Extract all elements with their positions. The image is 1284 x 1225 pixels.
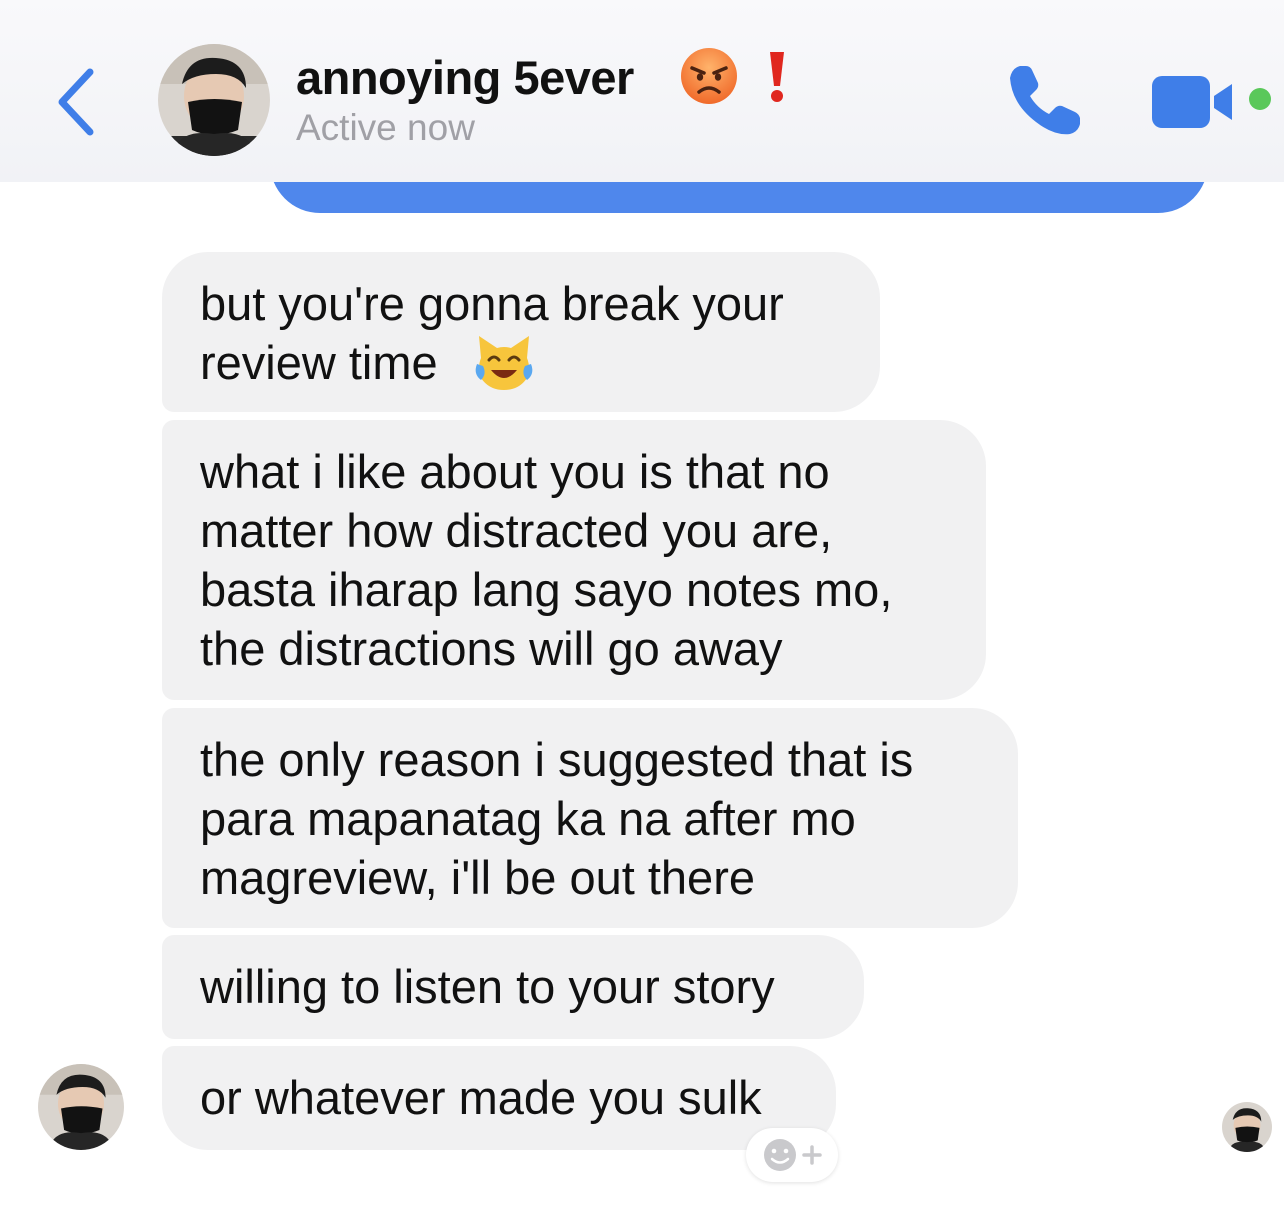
cat-tears-of-joy-emoji xyxy=(475,336,533,390)
phone-icon xyxy=(1010,66,1080,135)
message-bubble[interactable]: the only reason i suggested that is para… xyxy=(162,708,1018,928)
message-bubble[interactable]: willing to listen to your story xyxy=(162,935,864,1039)
chat-header: annoying 5ever Active now xyxy=(0,0,1284,182)
message-text: willing to listen to your story xyxy=(200,960,775,1013)
angry-face-emoji xyxy=(681,48,737,104)
contact-avatar[interactable] xyxy=(158,44,270,156)
message-text: or whatever made you sulk xyxy=(200,1071,762,1124)
message-text: the only reason i suggested that is para… xyxy=(200,733,914,904)
smiley-plus-icon xyxy=(764,1139,822,1171)
message-text: what i like about you is that no matter … xyxy=(200,445,893,675)
message-bubble[interactable]: or whatever made you sulk xyxy=(162,1046,836,1150)
video-call-button[interactable] xyxy=(1150,72,1240,132)
chevron-left-icon xyxy=(58,68,94,136)
seen-indicator-avatar xyxy=(1222,1102,1272,1152)
back-button[interactable] xyxy=(52,62,102,142)
message-bubble[interactable]: what i like about you is that no matter … xyxy=(162,420,986,700)
video-camera-icon xyxy=(1152,76,1232,128)
avatar-photo xyxy=(38,1064,124,1150)
online-indicator xyxy=(1249,88,1271,110)
active-status: Active now xyxy=(296,107,475,148)
avatar-photo xyxy=(158,44,270,156)
audio-call-button[interactable] xyxy=(1004,60,1084,140)
add-reaction-button[interactable] xyxy=(746,1128,838,1182)
contact-name[interactable]: annoying 5ever xyxy=(296,50,634,105)
sender-avatar[interactable] xyxy=(38,1064,124,1150)
avatar-photo xyxy=(1222,1102,1272,1152)
exclamation-mark-emoji xyxy=(770,52,784,102)
